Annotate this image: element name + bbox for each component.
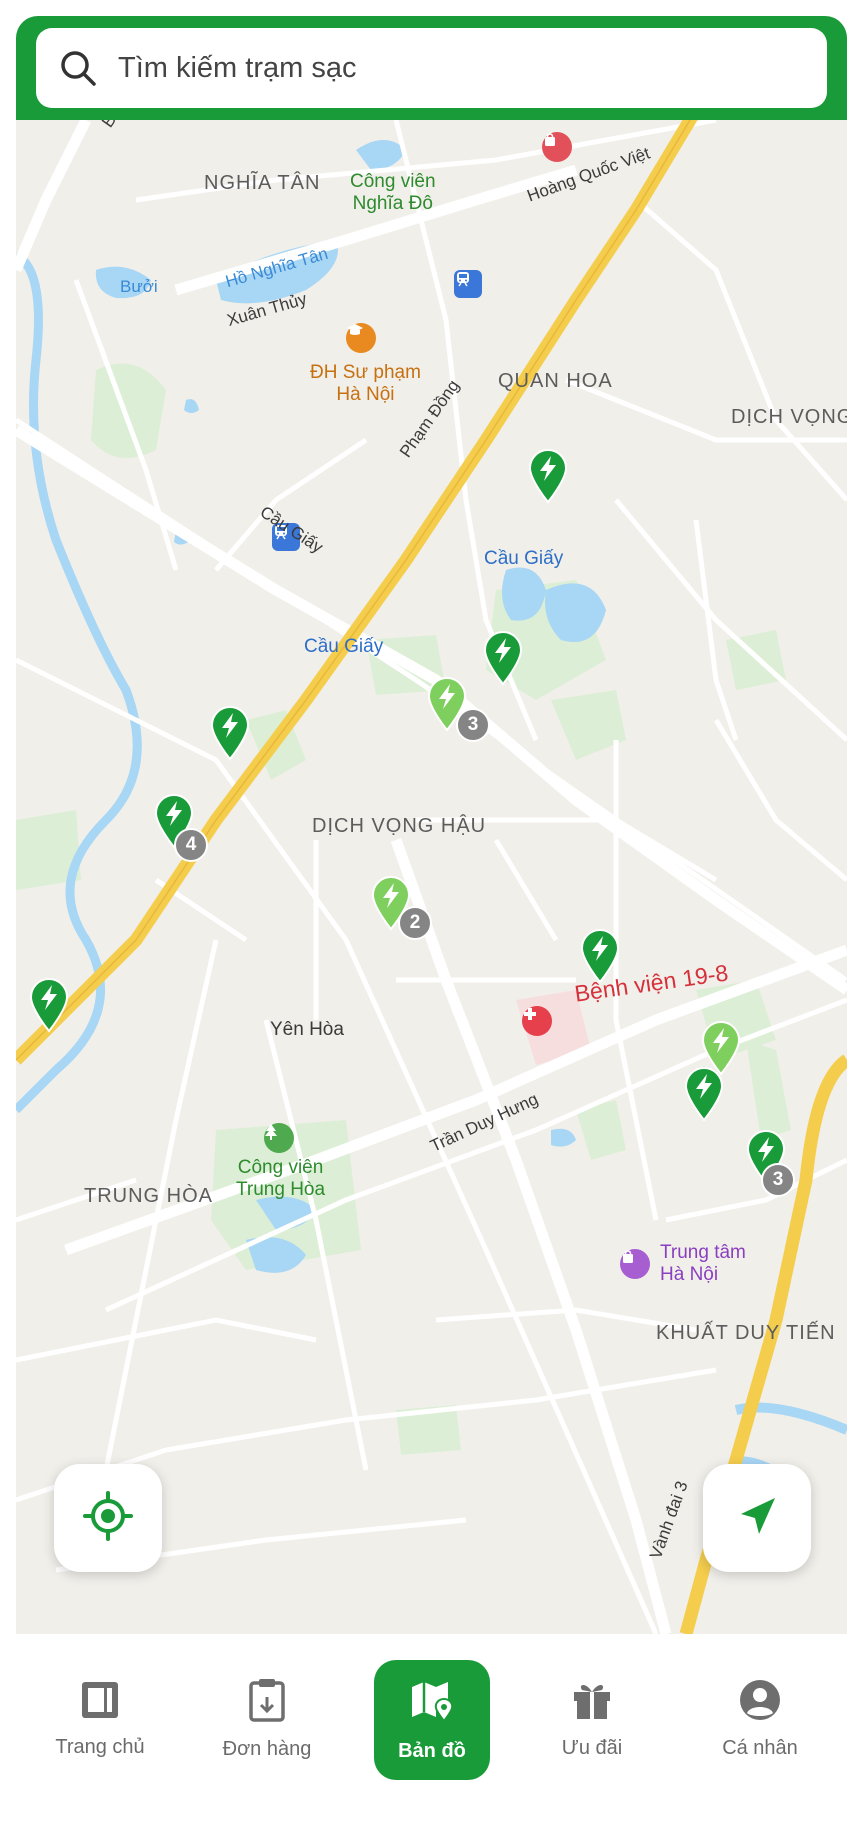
district-label: DỊCH VỌNG HẬU [312, 815, 487, 837]
metro-label: Cầu Giấy [304, 636, 384, 657]
cluster-count-badge: 3 [761, 1163, 795, 1197]
nav-label: Đơn hàng [222, 1738, 312, 1760]
nav-item-offers[interactable]: Ưu đãi [517, 1644, 667, 1794]
charging-station-pin-alt[interactable] [700, 1020, 742, 1076]
charging-station-pin[interactable] [579, 928, 621, 984]
hospital-icon [522, 1006, 552, 1036]
district-label: KHUẤT DUY TIẾN [656, 1322, 836, 1344]
nav-item-home[interactable]: Trang chủ [25, 1644, 175, 1794]
navigate-button[interactable] [703, 1464, 811, 1572]
nav-item-map[interactable]: Bản đồ [374, 1660, 490, 1780]
nav-label: Trang chủ [55, 1736, 145, 1758]
search-icon [58, 48, 98, 88]
home-panel-icon [79, 1679, 121, 1726]
shopping-bag-icon [542, 132, 572, 162]
cluster-count-badge: 2 [398, 906, 432, 940]
mall-icon [620, 1249, 650, 1279]
mall-label: Trung tâm Hà Nội [660, 1242, 746, 1285]
charging-station-pin[interactable] [482, 630, 524, 686]
charging-station-pin[interactable] [28, 977, 70, 1033]
search-box[interactable] [36, 28, 827, 108]
charging-station-pin[interactable] [209, 705, 251, 761]
map-view[interactable]: NGHĨA TÂN QUAN HOA DỊCH VỌNG DỊCH VỌNG H… [16, 120, 847, 1634]
nav-label: Ưu đãi [561, 1737, 623, 1759]
nav-label: Bản đồ [398, 1740, 466, 1762]
university-label: ĐH Sư phạm Hà Nội [310, 362, 421, 405]
search-input[interactable] [116, 50, 760, 86]
map-pin-icon [408, 1677, 456, 1730]
nav-item-profile[interactable]: Cá nhân [685, 1644, 835, 1794]
park-label: Công viên Nghĩa Đô [350, 171, 436, 214]
cluster-count-badge: 4 [174, 828, 208, 862]
lake-label: Bưởi [120, 277, 158, 296]
user-icon [738, 1678, 782, 1727]
map-base [16, 120, 847, 1634]
locate-button[interactable] [54, 1464, 162, 1572]
nav-item-orders[interactable]: Đơn hàng [192, 1644, 342, 1794]
gift-icon [570, 1678, 614, 1727]
university-icon [346, 323, 376, 353]
district-label: NGHĨA TÂN [204, 172, 321, 194]
metro-label: Cầu Giấy [484, 548, 564, 569]
gps-target-icon [82, 1490, 134, 1547]
search-header [16, 16, 847, 120]
district-label: Yên Hòa [270, 1019, 344, 1040]
district-label: DỊCH VỌNG [731, 406, 847, 428]
charging-station-pin[interactable] [527, 448, 569, 504]
cluster-count-badge: 3 [456, 708, 490, 742]
bottom-nav: Trang chủ Đơn hàng Bản đồ Ưu đãi Cá nhân [0, 1634, 863, 1822]
navigation-arrow-icon [733, 1492, 781, 1545]
park-label: Công viên Trung Hòa [236, 1157, 326, 1200]
clipboard-icon [246, 1677, 288, 1728]
district-label: QUAN HOA [498, 370, 613, 392]
district-label: TRUNG HÒA [84, 1185, 213, 1207]
app-screen: NGHĨA TÂN QUAN HOA DỊCH VỌNG DỊCH VỌNG H… [0, 0, 863, 1822]
nav-label: Cá nhân [722, 1737, 798, 1759]
park-tree-icon [264, 1123, 294, 1153]
metro-station-icon [454, 270, 482, 298]
